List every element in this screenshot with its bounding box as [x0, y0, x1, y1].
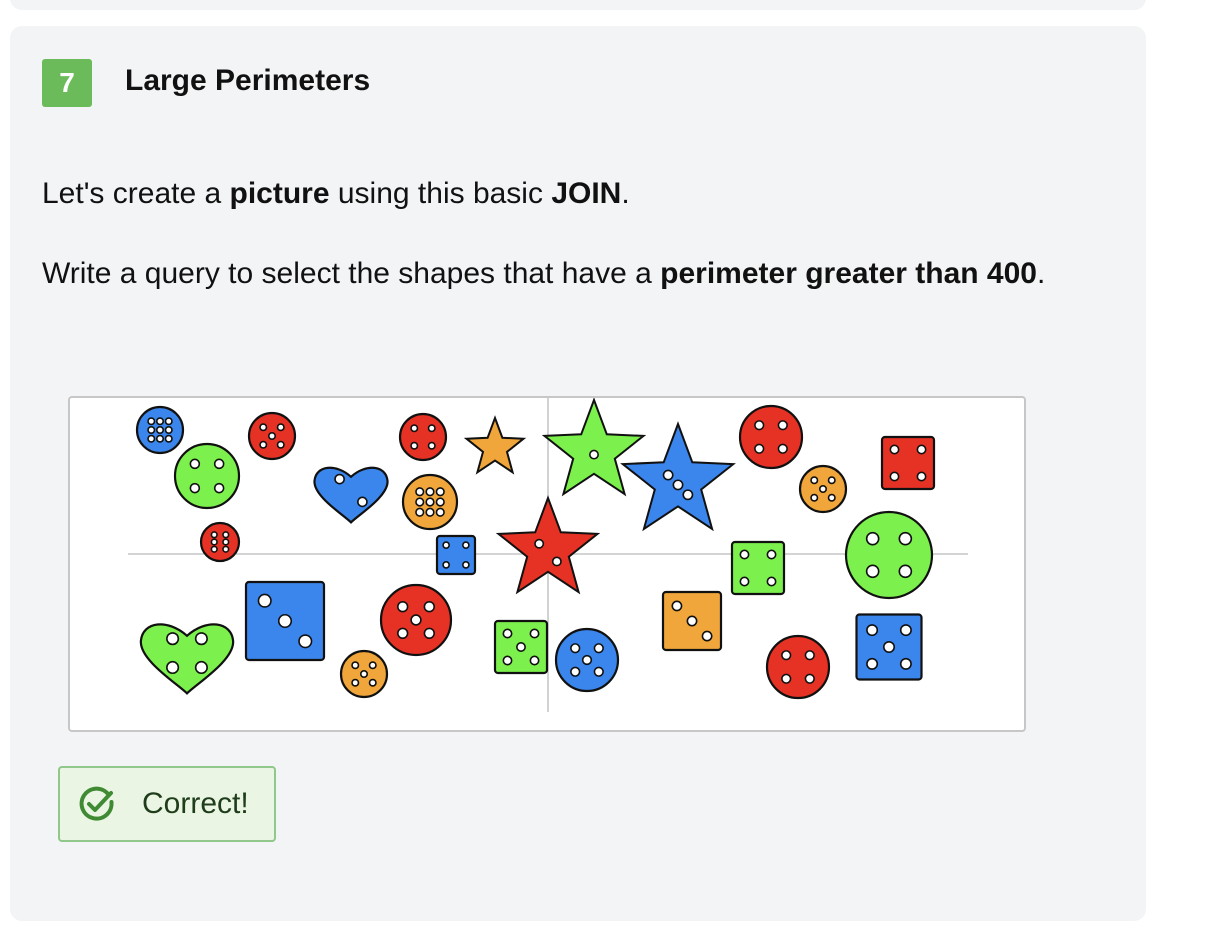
shapes-canvas [128, 398, 968, 712]
circle-red-small-2 [398, 412, 448, 462]
square-green-small [493, 619, 549, 675]
heart-blue-medium [313, 466, 389, 524]
task-text: Write a query to select the shapes that … [42, 257, 661, 290]
square-red-medium [880, 435, 936, 491]
result-banner: Correct! [58, 766, 276, 842]
circle-orange-small [339, 649, 389, 699]
circle-blue-small [135, 405, 185, 455]
check-circle-icon [79, 786, 114, 821]
square-green-medium [730, 540, 786, 596]
task-bold-condition: perimeter greater than 400 [660, 257, 1037, 290]
task-text-end: . [1036, 257, 1046, 290]
square-blue-medium [855, 613, 923, 681]
intro-bold-picture: picture [229, 177, 330, 210]
exercise-intro: Let's create a picture using this basic … [42, 177, 630, 211]
star-green-large [541, 398, 647, 497]
circle-orange-small-2 [798, 464, 848, 514]
circle-orange-medium [401, 473, 459, 531]
heart-green-large [139, 623, 235, 695]
square-blue-small [435, 534, 477, 576]
intro-text: Let's create a [42, 177, 230, 210]
exercise-number-badge: 7 [42, 59, 92, 107]
result-label: Correct! [142, 787, 249, 820]
exercise-task: Write a query to select the shapes that … [42, 257, 1045, 291]
square-orange-medium [661, 590, 723, 652]
exercise-title: Large Perimeters [125, 64, 371, 97]
circle-red-large [738, 404, 804, 470]
circle-blue-medium [554, 627, 620, 693]
circle-red-tiny [199, 521, 241, 563]
shapes-picture [68, 396, 1026, 732]
exercise-number: 7 [59, 67, 75, 98]
circle-red-medium-2 [765, 634, 831, 700]
square-blue-large [244, 580, 326, 662]
intro-text-mid: using this basic [329, 177, 552, 210]
intro-bold-join: JOIN [551, 177, 622, 210]
previous-exercise-card [10, 0, 1146, 10]
intro-text-end: . [621, 177, 630, 210]
circle-green-medium [173, 442, 241, 510]
circle-red-medium [379, 583, 453, 657]
circle-green-large [844, 510, 934, 600]
star-orange-small [463, 415, 527, 475]
circle-red-small [247, 411, 297, 461]
